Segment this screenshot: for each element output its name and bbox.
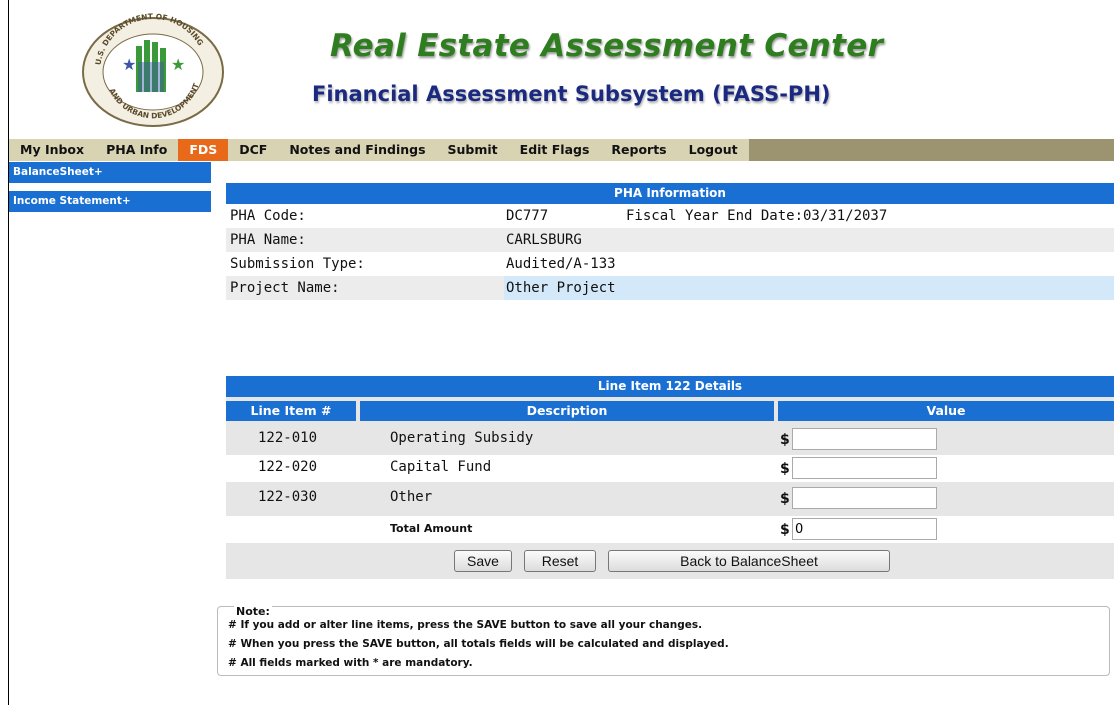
table-row: 122-020 Capital Fund $ — [226, 455, 1114, 482]
project-name-label: Project Name: — [230, 280, 340, 296]
submission-type-value: Audited/A-133 — [506, 256, 616, 272]
pha-code-label: PHA Code: — [230, 208, 306, 224]
nav-item-dcf[interactable]: DCF — [228, 139, 278, 161]
line-item-code: 122-030 — [258, 489, 318, 505]
line-item-details-header: Line Item 122 Details — [226, 376, 1114, 397]
line-item-description: Other — [390, 489, 433, 505]
nav-item-pha-info[interactable]: PHA Info — [95, 139, 178, 161]
currency-symbol: $ — [780, 432, 790, 448]
pha-info-row: Submission Type: Audited/A-133 — [226, 252, 1114, 276]
column-header-line-item: Line Item # — [226, 401, 356, 421]
total-amount-input[interactable] — [792, 518, 937, 540]
pha-info-row: PHA Name: CARLSBURG — [226, 228, 1114, 252]
table-row: 122-010 Operating Subsidy $ — [226, 426, 1114, 453]
currency-symbol: $ — [780, 461, 790, 477]
nav-item-reports[interactable]: Reports — [600, 139, 677, 161]
currency-symbol: $ — [780, 491, 790, 507]
column-header-description: Description — [360, 401, 774, 421]
total-row: Total Amount $ — [226, 516, 1114, 543]
note-line: # All fields marked with * are mandatory… — [228, 657, 473, 669]
hud-seal-logo: U.S. DEPARTMENT OF HOUSING AND URBAN DEV… — [82, 12, 224, 127]
line-item-code: 122-010 — [258, 430, 318, 446]
line-item-description: Operating Subsidy — [390, 430, 534, 446]
nav-item-logout[interactable]: Logout — [678, 139, 749, 161]
nav-item-my-inbox[interactable]: My Inbox — [9, 139, 95, 161]
note-line: # If you add or alter line items, press … — [228, 619, 703, 631]
sidebar-item-balancesheet[interactable]: BalanceSheet+ — [9, 162, 211, 184]
pha-info-row: Project Name: Other Project — [226, 276, 1114, 300]
page-subtitle: Financial Assessment Subsystem (FASS-PH) — [312, 82, 831, 106]
pha-name-value: CARLSBURG — [506, 232, 582, 248]
line-item-code: 122-020 — [258, 459, 318, 475]
svg-text:★: ★ — [171, 55, 185, 74]
table-row: 122-030 Other $ — [226, 485, 1114, 512]
submission-type-label: Submission Type: — [230, 256, 365, 272]
operating-subsidy-value-input[interactable] — [792, 428, 937, 450]
reset-button[interactable]: Reset — [524, 550, 596, 572]
nav-item-edit-flags[interactable]: Edit Flags — [509, 139, 601, 161]
capital-fund-value-input[interactable] — [792, 457, 937, 479]
pha-name-label: PHA Name: — [230, 232, 306, 248]
total-amount-label: Total Amount — [390, 522, 473, 535]
note-line: # When you press the SAVE button, all to… — [228, 638, 729, 650]
fiscal-year-end-date: Fiscal Year End Date:03/31/2037 — [626, 208, 888, 224]
note-box: Note: # If you add or alter line items, … — [217, 605, 1110, 676]
line-item-details-panel: Line Item 122 Details Line Item # Descri… — [226, 376, 1114, 579]
svg-text:★: ★ — [122, 55, 136, 74]
back-to-balancesheet-button[interactable]: Back to BalanceSheet — [608, 550, 890, 572]
page-left-border — [8, 0, 9, 705]
project-name-value: Other Project — [506, 280, 616, 296]
pha-info-row: PHA Code: DC777 Fiscal Year End Date:03/… — [226, 204, 1114, 228]
sidebar-item-income-statement[interactable]: Income Statement+ — [9, 191, 211, 213]
note-title: Note: — [234, 605, 272, 618]
other-value-input[interactable] — [792, 487, 937, 509]
nav-item-fds[interactable]: FDS — [178, 139, 229, 161]
column-header-value: Value — [778, 401, 1114, 421]
nav-item-notes-and-findings[interactable]: Notes and Findings — [278, 139, 436, 161]
nav-item-submit[interactable]: Submit — [437, 139, 509, 161]
pha-code-value: DC777 — [506, 208, 549, 224]
page-title: Real Estate Assessment Center — [330, 28, 884, 64]
pha-information-header: PHA Information — [226, 183, 1114, 204]
line-item-description: Capital Fund — [390, 459, 492, 475]
currency-symbol: $ — [780, 522, 790, 538]
pha-information-panel: PHA Information PHA Code: DC777 Fiscal Y… — [226, 183, 1114, 300]
save-button[interactable]: Save — [454, 550, 512, 572]
top-nav: My Inbox PHA Info FDS DCF Notes and Find… — [9, 139, 749, 161]
